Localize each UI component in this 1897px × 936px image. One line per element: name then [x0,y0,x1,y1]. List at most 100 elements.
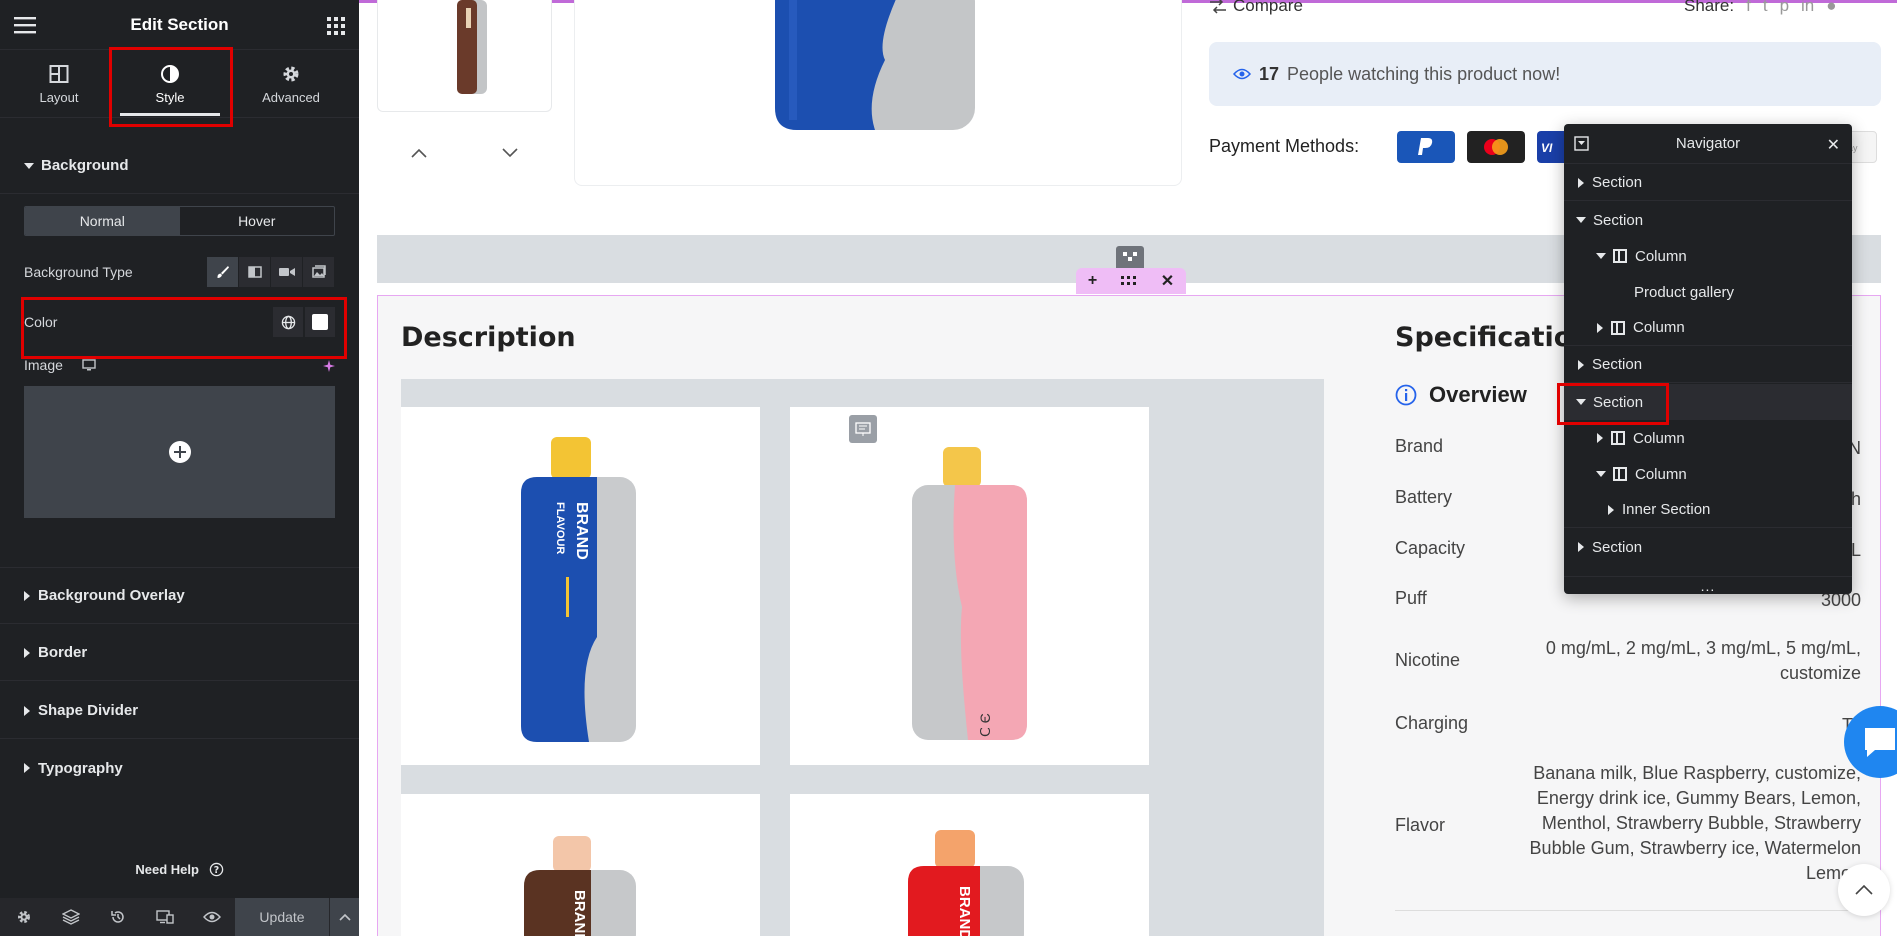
navigator-header[interactable]: Navigator ✕ [1564,124,1852,164]
bg-type-slideshow-button[interactable] [303,257,335,287]
collapse-all-icon[interactable] [1574,136,1589,151]
chevron-up-icon [1855,885,1873,895]
nav-item-label: Column [1633,319,1685,336]
product-main-image[interactable] [574,0,1182,186]
history-button[interactable] [94,898,141,936]
brush-icon [216,266,229,278]
watching-banner: 17 People watching this product now! [1209,42,1881,106]
caret-down-icon[interactable] [1576,399,1586,405]
paypal-icon [1397,131,1455,163]
nav-item-section-selected[interactable]: Section [1564,384,1852,420]
gallery-image-blue[interactable]: BRAND FLAVOUR [401,407,760,765]
caret-right-icon[interactable] [1578,542,1584,552]
nav-item-section[interactable]: Section [1564,202,1852,238]
caret-down-icon[interactable] [1576,217,1586,223]
compare-link[interactable]: Compare [1209,0,1303,16]
close-icon[interactable]: ✕ [1827,135,1840,155]
pinterest-icon[interactable]: p [1780,0,1789,16]
state-toggle: Normal Hover [24,206,335,236]
widgets-grid-icon[interactable] [327,17,345,35]
add-section-button[interactable]: + [1088,272,1097,290]
inner-handle[interactable] [1116,246,1144,268]
gallery-image-brown[interactable]: BRAND [401,794,760,936]
caret-right-icon[interactable] [1578,359,1584,370]
spec-value: 0 mg/mL, 2 mg/mL, 3 mg/mL, 5 mg/mL, cust… [1545,638,1861,683]
spec-row-flavor: Flavor Banana milk, Blue Raspberry, cust… [1395,761,1861,889]
bg-type-classic-button[interactable] [207,257,239,287]
background-type-label: Background Type [24,264,133,280]
caret-right-icon[interactable] [1608,504,1614,515]
bg-type-gradient-button[interactable] [239,257,271,287]
nav-item-column[interactable]: Column [1564,456,1852,492]
navigator-button[interactable] [47,898,94,936]
history-icon [110,911,124,923]
tab-advanced[interactable]: Advanced [236,50,346,118]
delete-section-button[interactable]: ✕ [1161,271,1174,291]
section-border-header[interactable]: Border [0,625,359,681]
caret-right-icon[interactable] [1597,322,1603,333]
navigator-resize-handle[interactable]: ... [1564,576,1852,594]
settings-button[interactable] [0,898,47,936]
state-hover-button[interactable]: Hover [180,207,335,235]
scroll-to-top-button[interactable] [1838,864,1890,916]
nav-item-column[interactable]: Column [1564,310,1852,346]
spec-value: Banana milk, Blue Raspberry, customize, … [1529,763,1861,883]
responsive-mode-button[interactable] [141,898,188,936]
slideshow-icon [311,265,326,278]
chat-bubble-icon [1865,728,1895,757]
caret-right-icon[interactable] [1578,177,1584,188]
section-background-label: Background [41,157,129,174]
caret-down-icon[interactable] [1596,253,1606,259]
gallery-thumbnail[interactable] [377,0,552,112]
caret-right-icon [24,705,30,716]
tab-style[interactable]: Style [115,50,225,118]
share-label: Share: [1684,0,1735,15]
gallery-image-red[interactable]: BRAND [790,794,1149,936]
global-colors-button[interactable] [273,307,303,337]
product-thumbnail-image [457,0,487,94]
tab-layout[interactable]: Layout [4,50,114,118]
ai-sparkle-icon[interactable] [322,359,336,373]
gallery-next-button[interactable] [495,138,525,168]
section-background-header[interactable]: Background [0,138,359,194]
need-help-link[interactable]: Need Help ? [0,862,359,877]
section-shape-divider-header[interactable]: Shape Divider [0,683,359,739]
bg-type-video-button[interactable] [271,257,303,287]
nav-item-section[interactable]: Section [1564,347,1852,383]
gallery-image-pink[interactable]: Ⅽ Є [790,407,1149,765]
nav-item-column[interactable]: Column [1564,420,1852,456]
section-typography-header[interactable]: Typography [0,740,359,796]
linkedin-icon[interactable]: in [1801,0,1814,16]
nav-item-widget[interactable]: Product gallery [1564,274,1852,310]
image-dropzone[interactable] [24,386,335,518]
caret-right-icon[interactable] [1597,433,1603,443]
spec-row-nicotine: Nicotine 0 mg/mL, 2 mg/mL, 3 mg/mL, 5 mg… [1395,636,1861,688]
description-heading: Description [401,322,576,353]
nav-item-section[interactable]: Section [1564,529,1852,565]
desktop-icon[interactable] [82,359,96,371]
edit-widget-icon[interactable] [849,415,877,443]
nav-item-section[interactable]: Section [1564,165,1852,201]
preview-button[interactable] [188,898,235,936]
update-options-button[interactable] [329,898,359,936]
hamburger-menu-icon[interactable] [14,16,36,34]
twitter-icon[interactable]: t [1763,0,1768,16]
facebook-icon[interactable]: f [1746,0,1751,16]
spec-value: h [1850,489,1861,509]
color-picker-button[interactable] [305,307,335,337]
gallery-prev-button[interactable] [404,138,434,168]
nav-item-label: Section [1593,211,1644,229]
need-help-label: Need Help [135,862,199,877]
drag-handle-icon[interactable] [1120,275,1137,287]
nav-item-column[interactable]: Column [1564,238,1852,274]
state-normal-button[interactable]: Normal [25,207,180,235]
nav-item-inner-section[interactable]: Inner Section [1564,492,1852,528]
panel-tabs: Layout Style Advanced [0,50,359,118]
column-icon [1611,320,1625,335]
whatsapp-icon[interactable]: ● [1826,0,1836,16]
overview-heading: Overview [1395,382,1527,408]
section-border-label: Border [38,644,88,661]
update-button[interactable]: Update [235,898,329,936]
section-background-overlay-header[interactable]: Background Overlay [0,568,359,624]
caret-down-icon[interactable] [1596,471,1606,477]
